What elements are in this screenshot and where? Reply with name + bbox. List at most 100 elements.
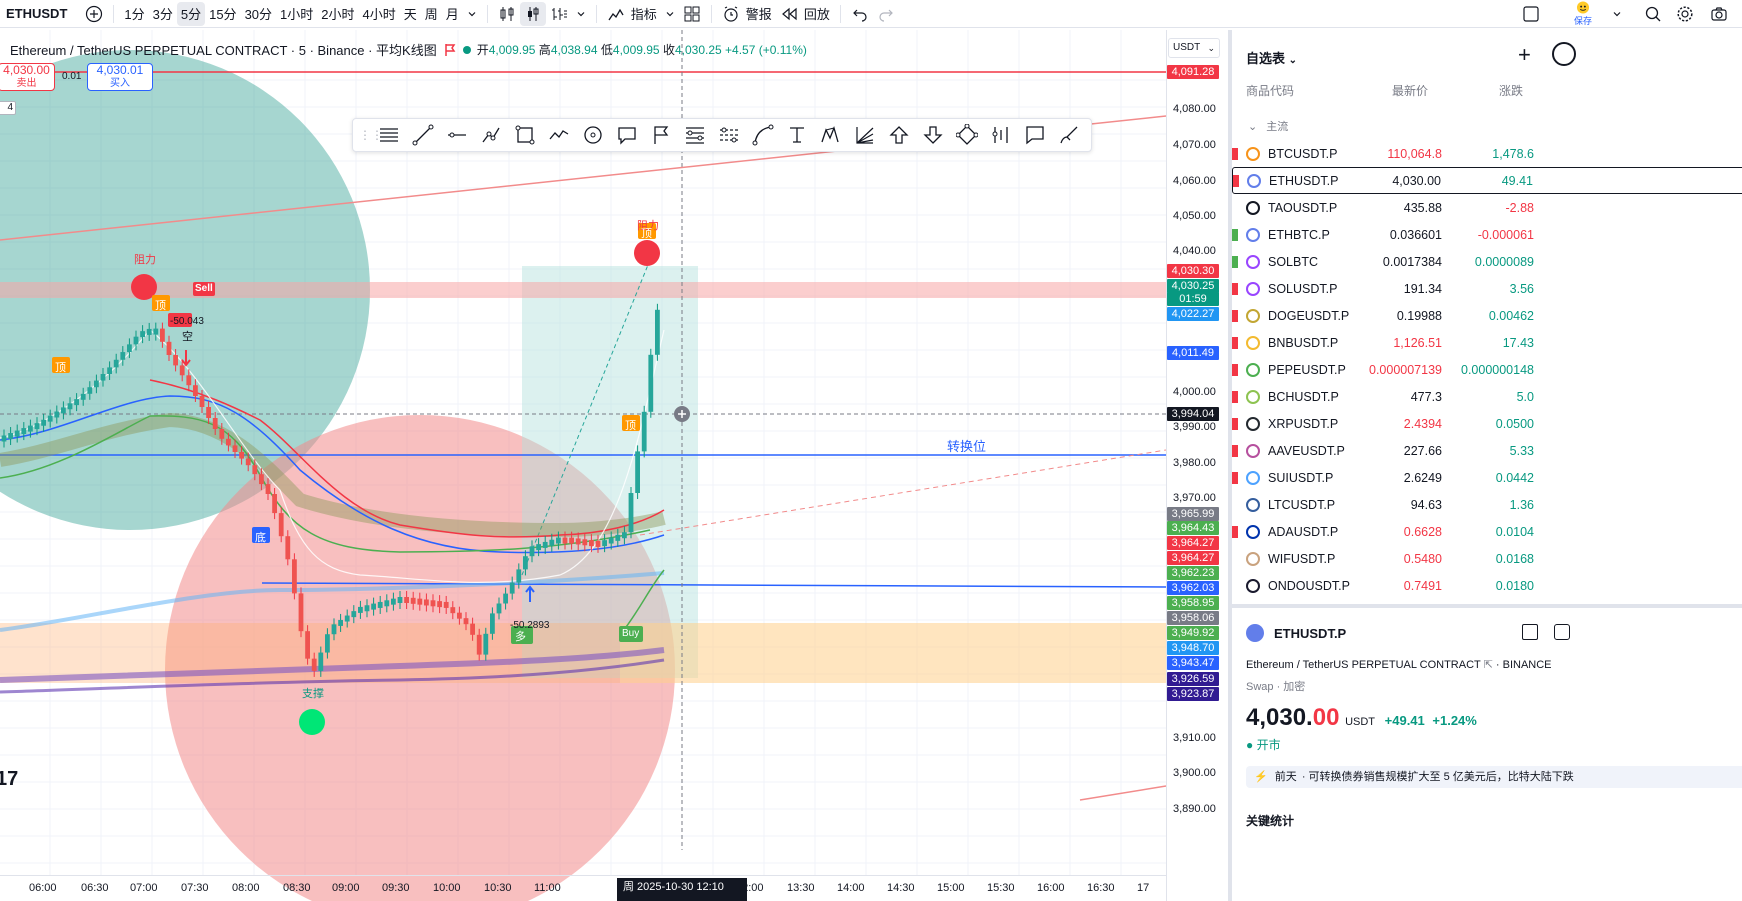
arrow-up-tool[interactable] xyxy=(885,121,913,149)
flag-icon[interactable] xyxy=(443,43,457,57)
trend-line-tool[interactable] xyxy=(409,121,437,149)
replay-button[interactable]: 回放 xyxy=(776,2,834,26)
pivot-label[interactable]: 转换位 xyxy=(947,436,986,455)
buy-button[interactable]: 4,030.01 买入 xyxy=(87,63,153,91)
interval-3[interactable]: 15分 xyxy=(205,2,240,26)
search-button[interactable] xyxy=(1640,2,1666,26)
news-banner[interactable]: ⚡ 前天 · 可转换债券销售规模扩大至 5 亿美元后，比特大陆下跌 xyxy=(1246,766,1742,788)
flag-tool[interactable] xyxy=(647,121,675,149)
save-button[interactable]: 保存 xyxy=(1568,0,1598,27)
horizontal-lines-tool[interactable] xyxy=(375,121,403,149)
arrow-down-tool[interactable] xyxy=(919,121,947,149)
settings-button[interactable] xyxy=(1672,2,1698,26)
support-zone[interactable] xyxy=(620,623,1166,683)
text-tool[interactable] xyxy=(783,121,811,149)
interval-4[interactable]: 30分 xyxy=(241,2,276,26)
watchlist-row[interactable]: ETHUSDT.P 4,030.00 49.41 xyxy=(1232,167,1742,194)
section-header[interactable]: ⌄ 主流 xyxy=(1248,118,1288,134)
interval-5[interactable]: 1小时 xyxy=(276,2,317,26)
trend-line-dashed[interactable] xyxy=(639,449,1167,536)
callout-tool[interactable] xyxy=(613,121,641,149)
flag-icon[interactable] xyxy=(1232,228,1238,241)
heikin-ashi-button[interactable] xyxy=(519,1,546,26)
more-icon[interactable] xyxy=(1552,42,1576,66)
interval-10[interactable]: 月 xyxy=(442,2,463,26)
interval-6[interactable]: 2小时 xyxy=(317,2,358,26)
polyline-tool[interactable] xyxy=(545,121,573,149)
flag-icon[interactable] xyxy=(1233,174,1239,187)
circle-tool[interactable] xyxy=(579,121,607,149)
col-last[interactable]: 最新价 xyxy=(1392,82,1428,99)
camera-button[interactable] xyxy=(1706,2,1732,26)
details-symbol[interactable]: ETHUSDT.P xyxy=(1274,626,1346,641)
watchlist-row[interactable]: LTCUSDT.P 94.63 1.36 xyxy=(1232,491,1742,518)
col-change[interactable]: 涨跌 xyxy=(1499,82,1523,99)
indicators-dropdown[interactable] xyxy=(661,2,679,26)
lot-size-field[interactable]: 4 xyxy=(0,101,16,115)
chart-type-dropdown[interactable] xyxy=(572,2,590,26)
interval-0[interactable]: 1分 xyxy=(120,2,148,26)
comment-tool[interactable] xyxy=(1021,121,1049,149)
flag-icon[interactable] xyxy=(1232,282,1238,295)
interval-dropdown[interactable] xyxy=(463,2,481,26)
flag-icon[interactable] xyxy=(1232,471,1238,484)
watchlist-row[interactable]: TAOUSDT.P 435.88 -2.88 xyxy=(1232,194,1742,221)
xabcd-pattern-tool[interactable] xyxy=(817,121,845,149)
interval-8[interactable]: 天 xyxy=(400,2,421,26)
flag-icon[interactable] xyxy=(1232,336,1238,349)
templates-button[interactable] xyxy=(679,2,705,26)
layout-button[interactable] xyxy=(1518,2,1544,26)
watchlist-row[interactable]: ADAUSDT.P 0.6628 0.0104 xyxy=(1232,518,1742,545)
sell-button[interactable]: 4,030.00 卖出 xyxy=(0,63,55,91)
undo-button[interactable] xyxy=(847,2,873,26)
grid-icon[interactable] xyxy=(1522,624,1538,640)
flag-icon[interactable] xyxy=(1232,255,1238,268)
rotated-rectangle-tool[interactable] xyxy=(953,121,981,149)
watchlist-row[interactable]: SOLUSDT.P 191.34 3.56 xyxy=(1232,275,1742,302)
flag-icon[interactable] xyxy=(1232,525,1238,538)
flag-icon[interactable] xyxy=(1232,309,1238,322)
symbol-search[interactable]: ETHUSDT xyxy=(6,6,67,21)
external-link-icon[interactable]: ⇱ xyxy=(1484,659,1496,671)
watchlist-row[interactable]: BTCUSDT.P 110,064.8 1,478.6 xyxy=(1232,140,1742,167)
watchlist-row[interactable]: PEPEUSDT.P 0.000007139 0.000000148 xyxy=(1232,356,1742,383)
flag-icon[interactable] xyxy=(1232,147,1238,160)
rectangle-tool[interactable] xyxy=(511,121,539,149)
watchlist-row[interactable]: BCHUSDT.P 477.3 5.0 xyxy=(1232,383,1742,410)
redo-button[interactable] xyxy=(873,2,899,26)
chart-canvas[interactable] xyxy=(0,30,1222,901)
watchlist-row[interactable]: BNBUSDT.P 1,126.51 17.43 xyxy=(1232,329,1742,356)
indicators-button[interactable]: 指标 xyxy=(603,2,661,26)
flag-icon[interactable] xyxy=(1232,390,1238,403)
watchlist-row[interactable]: DOGEUSDT.P 0.19988 0.00462 xyxy=(1232,302,1742,329)
flag-icon[interactable] xyxy=(1232,444,1238,457)
watchlist-row[interactable]: ONDOUSDT.P 0.7491 0.0180 xyxy=(1232,572,1742,599)
resistance-zone[interactable] xyxy=(0,282,1166,298)
watchlist-row[interactable]: SUIUSDT.P 2.6249 0.0442 xyxy=(1232,464,1742,491)
interval-2[interactable]: 5分 xyxy=(176,1,206,26)
edit-icon[interactable] xyxy=(1554,624,1570,640)
tradingview-logo[interactable]: 17 xyxy=(0,768,18,791)
fib-fan-tool[interactable] xyxy=(851,121,879,149)
drag-handle[interactable]: ⋮⋮ xyxy=(359,128,383,142)
fib-tool[interactable] xyxy=(681,121,709,149)
interval-1[interactable]: 3分 xyxy=(149,2,177,26)
flag-icon[interactable] xyxy=(1232,363,1238,376)
bar-style-button[interactable] xyxy=(494,2,520,26)
interval-9[interactable]: 周 xyxy=(421,2,442,26)
watchlist-row[interactable]: XRPUSDT.P 2.4394 0.0500 xyxy=(1232,410,1742,437)
add-symbol-icon[interactable]: + xyxy=(1518,42,1531,68)
col-symbol[interactable]: 商品代码 xyxy=(1246,82,1294,99)
price-range-tool[interactable] xyxy=(987,121,1015,149)
trend-line-lower[interactable] xyxy=(1079,785,1167,801)
add-symbol-button[interactable] xyxy=(81,2,107,26)
interval-7[interactable]: 4小时 xyxy=(359,2,400,26)
watchlist-title[interactable]: 自选表 ⌄ xyxy=(1246,48,1297,67)
watchlist-row[interactable]: ETHBTC.P 0.036601 -0.000061 xyxy=(1232,221,1742,248)
brush-tool[interactable] xyxy=(1055,121,1083,149)
parallel-channel-tool[interactable] xyxy=(715,121,743,149)
long-position-box[interactable] xyxy=(522,266,698,678)
save-dropdown[interactable] xyxy=(1608,2,1626,26)
watchlist-row[interactable]: WIFUSDT.P 0.5480 0.0168 xyxy=(1232,545,1742,572)
arc-tool[interactable] xyxy=(749,121,777,149)
